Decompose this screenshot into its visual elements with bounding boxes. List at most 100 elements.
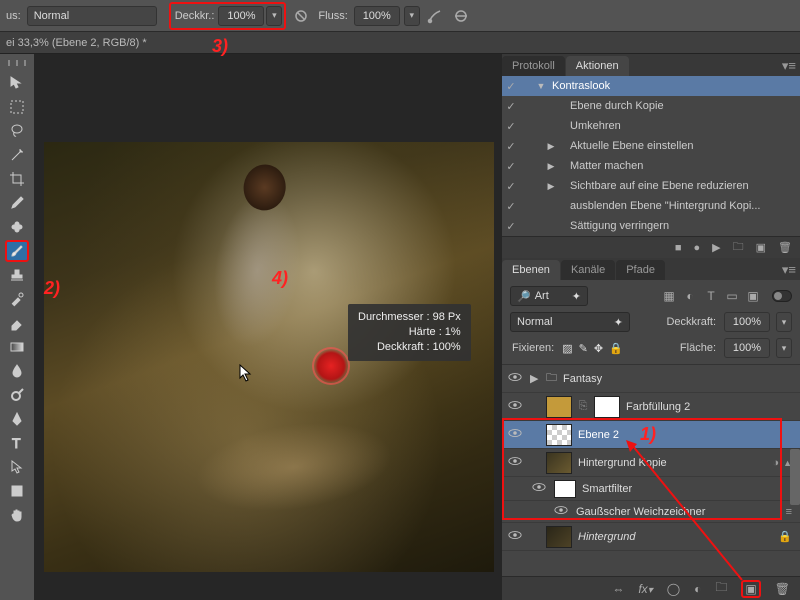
action-check-icon[interactable]: ✓ [504, 160, 518, 173]
brush-tool[interactable] [5, 240, 29, 262]
airbrush-icon[interactable] [424, 5, 446, 27]
mask-icon[interactable]: ◯ [667, 582, 680, 596]
layer-row[interactable]: ⎘Farbfüllung 2 [502, 393, 800, 421]
opacity-dropdown[interactable] [266, 6, 282, 26]
group-icon[interactable]: 🗀 [715, 578, 727, 599]
toolbox-grip[interactable] [8, 60, 26, 66]
visibility-icon[interactable] [552, 505, 570, 518]
wand-tool[interactable] [5, 144, 29, 166]
layer-row[interactable]: Hintergrund Kopie◑▲ [502, 449, 800, 477]
action-row[interactable]: ✓▼Kontraslook [502, 76, 800, 96]
move-tool[interactable] [5, 72, 29, 94]
fill-dropdown[interactable] [776, 338, 792, 358]
tab-ebenen[interactable]: Ebenen [502, 260, 560, 280]
new-layer-icon[interactable]: ▣ [741, 580, 760, 598]
visibility-icon[interactable] [506, 456, 524, 469]
layer-scrollbar[interactable] [790, 449, 800, 505]
filter-mask[interactable] [554, 480, 576, 498]
action-row[interactable]: ✓▶Sichtbare auf eine Ebene reduzieren [502, 176, 800, 196]
lock-all-icon[interactable]: 🔒 [609, 342, 623, 355]
flow-dropdown[interactable] [404, 6, 420, 26]
tab-kanale[interactable]: Kanäle [561, 260, 615, 280]
layer-opacity-dropdown[interactable] [776, 312, 792, 332]
action-row[interactable]: ✓ausblenden Ebene "Hintergrund Kopi... [502, 196, 800, 216]
action-row[interactable]: ✓Ebene durch Kopie [502, 96, 800, 116]
lock-trans-icon[interactable]: ▨ [562, 342, 572, 355]
visibility-icon[interactable] [506, 400, 524, 413]
action-check-icon[interactable]: ✓ [504, 100, 518, 113]
layer-row[interactable]: Ebene 2 [502, 421, 800, 449]
hand-tool[interactable] [5, 504, 29, 526]
layer-list[interactable]: ▶🗀Fantasy⎘Farbfüllung 2Ebene 2Hintergrun… [502, 364, 800, 576]
disclosure-icon[interactable]: ▶ [544, 161, 558, 172]
action-check-icon[interactable]: ✓ [504, 140, 518, 153]
path-select-tool[interactable] [5, 456, 29, 478]
visibility-icon[interactable] [506, 530, 524, 543]
stamp-tool[interactable] [5, 264, 29, 286]
layer-row[interactable]: Hintergrund🔒 [502, 523, 800, 551]
visibility-icon[interactable] [530, 482, 548, 495]
eraser-tool[interactable] [5, 312, 29, 334]
tab-pfade[interactable]: Pfade [616, 260, 665, 280]
filter-options-icon[interactable]: ≡ [786, 506, 796, 518]
fill-input[interactable]: 100% [724, 338, 770, 358]
panel-menu-icon[interactable]: ▾≡ [782, 58, 796, 74]
crop-tool[interactable] [5, 168, 29, 190]
action-check-icon[interactable]: ✓ [504, 80, 518, 93]
link-layers-icon[interactable]: ⇔ [612, 582, 624, 596]
blend-mode-select[interactable]: Normal [27, 6, 157, 26]
play-icon[interactable]: ▶ [712, 241, 720, 254]
action-row[interactable]: ✓▶Matter machen [502, 156, 800, 176]
heal-tool[interactable] [5, 216, 29, 238]
layers-panel-menu-icon[interactable]: ▾≡ [782, 262, 796, 278]
document-tab[interactable]: ei 33,3% (Ebene 2, RGB/8) * [0, 32, 800, 54]
action-row[interactable]: ✓Umkehren [502, 116, 800, 136]
tab-aktionen[interactable]: Aktionen [566, 56, 629, 76]
stop-icon[interactable]: ■ [675, 242, 682, 254]
layer-row[interactable]: Gaußscher Weichzeichner≡ [502, 501, 800, 523]
action-check-icon[interactable]: ✓ [504, 200, 518, 213]
layer-opacity-input[interactable]: 100% [724, 312, 770, 332]
fx-icon[interactable]: fx▾ [638, 582, 652, 596]
lock-position-icon[interactable]: ✥ [594, 342, 603, 355]
layer-blend-select[interactable]: Normal✦ [510, 312, 630, 332]
lasso-tool[interactable] [5, 120, 29, 142]
new-set-icon[interactable]: 🗀 [733, 238, 744, 257]
delete-layer-icon[interactable]: 🗑 [775, 582, 790, 596]
filter-toggle[interactable] [772, 290, 792, 302]
action-row[interactable]: ✓▶Aktuelle Ebene einstellen [502, 136, 800, 156]
visibility-icon[interactable] [506, 372, 524, 385]
layer-row[interactable]: Smartfilter [502, 477, 800, 501]
action-row[interactable]: ✓Sättigung verringern [502, 216, 800, 236]
disclosure-icon[interactable]: ▼ [534, 81, 548, 91]
visibility-icon[interactable] [506, 428, 524, 441]
adjustment-icon[interactable]: ◐ [694, 582, 701, 596]
marquee-tool[interactable] [5, 96, 29, 118]
blur-tool[interactable] [5, 360, 29, 382]
gradient-tool[interactable] [5, 336, 29, 358]
text-tool[interactable]: T [5, 432, 29, 454]
disclosure-icon[interactable]: ▶ [530, 372, 540, 385]
shape-tool[interactable] [5, 480, 29, 502]
flow-input[interactable]: 100% [354, 6, 400, 26]
disclosure-icon[interactable]: ▶ [544, 141, 558, 152]
dodge-tool[interactable] [5, 384, 29, 406]
disclosure-icon[interactable]: ▶ [544, 181, 558, 192]
history-brush-tool[interactable] [5, 288, 29, 310]
lock-pixels-icon[interactable]: ✎ [579, 342, 588, 355]
layer-filter-icons[interactable]: ▦ ◐ T ▭ ▣ [662, 289, 760, 303]
layer-kind-filter[interactable]: 🔎 Art ✦ [510, 286, 588, 306]
layer-mask[interactable] [594, 396, 620, 418]
action-check-icon[interactable]: ✓ [504, 120, 518, 133]
action-check-icon[interactable]: ✓ [504, 220, 518, 233]
layer-row[interactable]: ▶🗀Fantasy [502, 365, 800, 393]
tab-protokoll[interactable]: Protokoll [502, 56, 565, 76]
pressure-size-icon[interactable] [450, 5, 472, 27]
eyedropper-tool[interactable] [5, 192, 29, 214]
canvas-area[interactable]: Durchmesser : 98 Px Härte : 1% Deckkraft… [34, 54, 502, 600]
opacity-input[interactable]: 100% [218, 6, 264, 26]
delete-action-icon[interactable]: 🗑 [778, 241, 792, 254]
new-action-icon[interactable]: ▣ [756, 241, 766, 254]
action-check-icon[interactable]: ✓ [504, 180, 518, 193]
pressure-opacity-icon[interactable] [290, 5, 312, 27]
